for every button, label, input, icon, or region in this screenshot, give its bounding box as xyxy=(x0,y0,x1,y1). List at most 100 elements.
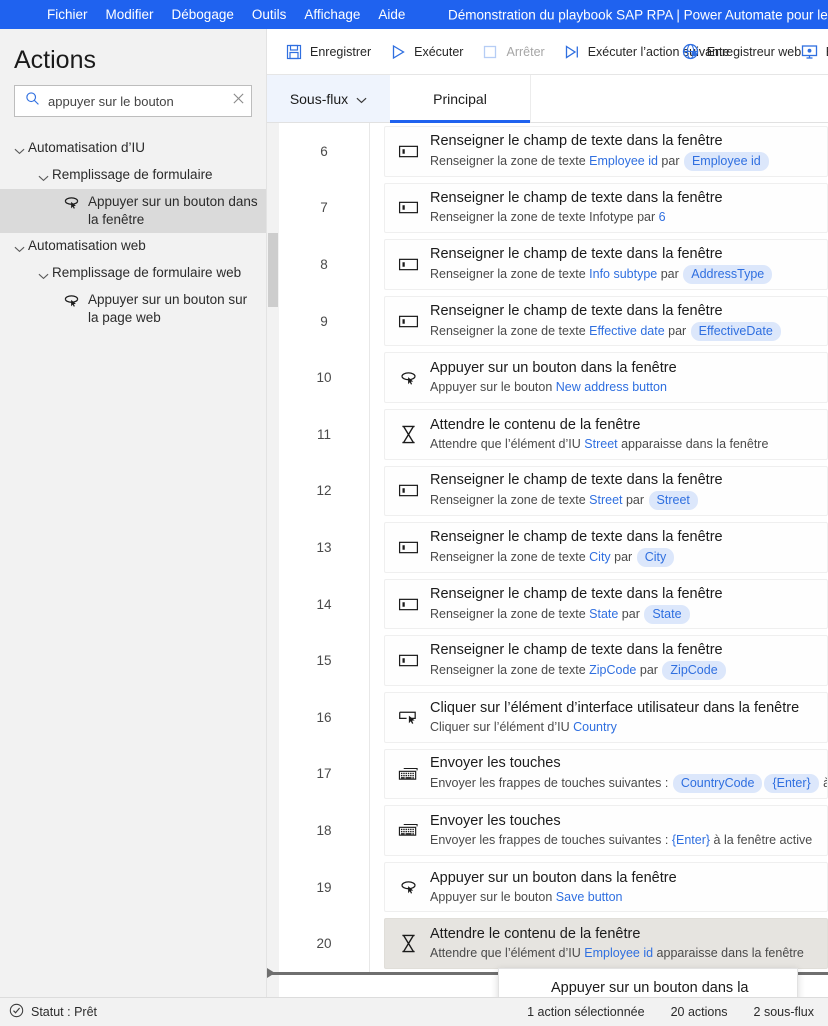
run-button[interactable]: Exécuter xyxy=(381,40,471,64)
element-link[interactable]: Country xyxy=(573,720,617,734)
subtitle-text: Renseigner la zone de texte Infotype par xyxy=(430,210,659,225)
action-card[interactable]: Renseigner le champ de texte dans la fen… xyxy=(384,465,828,517)
sidebar-item-automatisation-web[interactable]: Automatisation web xyxy=(0,233,266,260)
variable-chip[interactable]: EffectiveDate xyxy=(690,321,781,341)
action-card[interactable]: Renseigner le champ de texte dans la fen… xyxy=(384,635,828,686)
action-card[interactable]: Envoyer les touches Envoyer les frappes d… xyxy=(384,805,828,856)
action-row[interactable]: 18 Envoyer les touches Envoyer les frappes… xyxy=(279,802,828,859)
action-card[interactable]: Renseigner le champ de texte dans la fen… xyxy=(384,239,828,290)
action-row[interactable]: 20 Attendre le contenu de la fenêtre Atten… xyxy=(279,915,828,972)
element-link[interactable]: Save button xyxy=(556,890,623,904)
tab-subflow[interactable]: Sous-flux xyxy=(267,75,390,122)
menu-modifier[interactable]: Modifier xyxy=(97,5,163,24)
action-card[interactable]: Attendre le contenu de la fenêtre Attendr… xyxy=(384,408,828,460)
action-row[interactable]: 14 Renseigner le champ de texte dans la f… xyxy=(279,575,828,633)
action-card[interactable]: Envoyer les touches Envoyer les frappes d… xyxy=(384,748,828,800)
action-card-cell: Attendre le contenu de la fenêtre Attendr… xyxy=(370,915,828,972)
menu-affichage[interactable]: Affichage xyxy=(295,5,369,24)
actions-list-area: 6 Renseigner le champ de texte dans la fe… xyxy=(267,123,828,997)
variable-chip[interactable]: {Enter} xyxy=(764,774,819,794)
subtitle-text: par xyxy=(664,323,690,338)
close-icon[interactable] xyxy=(232,92,245,110)
menu-outils[interactable]: Outils xyxy=(243,5,296,24)
element-link[interactable]: New address button xyxy=(556,380,667,394)
sidebar-item-appuyer-bouton-fenetre[interactable]: Appuyer sur un bouton dans la fenêtre xyxy=(0,189,266,233)
action-card[interactable]: Renseigner le champ de texte dans la fen… xyxy=(384,295,828,347)
element-link[interactable]: 6 xyxy=(659,210,666,224)
action-number: 18 xyxy=(279,802,370,859)
menu-debogage[interactable]: Débogage xyxy=(163,5,243,24)
keyboard-icon xyxy=(397,766,419,782)
action-row[interactable]: 15 Renseigner le champ de texte dans la f… xyxy=(279,632,828,689)
variable-chip[interactable]: AddressType xyxy=(683,264,773,284)
element-link[interactable]: Employee id xyxy=(589,154,658,168)
tab-main[interactable]: Principal xyxy=(390,75,530,123)
save-button[interactable]: Enregistrer xyxy=(277,40,379,64)
stop-icon xyxy=(481,44,499,60)
click-ui-element-icon xyxy=(397,709,419,725)
element-link[interactable]: Employee id xyxy=(584,946,653,960)
title-bar: Fichier Modifier Débogage Outils Afficha… xyxy=(0,0,828,29)
search-box[interactable] xyxy=(14,85,252,117)
action-card-cell: Appuyer sur un bouton dans la fenêtre App… xyxy=(370,858,828,916)
action-row[interactable]: 13 Renseigner le champ de texte dans la f… xyxy=(279,519,828,576)
variable-chip[interactable]: Employee id xyxy=(683,151,769,171)
action-title: Cliquer sur l’élément d’interface utilis… xyxy=(430,699,800,716)
action-text: Appuyer sur un bouton dans la fenêtre App… xyxy=(430,869,815,906)
element-link[interactable]: Info subtype xyxy=(589,267,657,281)
element-link[interactable]: Street xyxy=(589,493,622,507)
action-row[interactable]: 11 Attendre le contenu de la fenêtre Atten… xyxy=(279,405,828,463)
actions-sidebar: Actions appuyer sur le bouton Automatisa… xyxy=(0,29,267,997)
variable-chip[interactable]: City xyxy=(636,547,675,567)
scrollbar-thumb[interactable] xyxy=(268,233,278,307)
action-card[interactable]: Appuyer sur un bouton dans la fenêtre App… xyxy=(384,861,828,913)
text-field-icon xyxy=(397,597,419,612)
action-row[interactable]: 10 Appuyer sur un bouton dans la fenêtre A… xyxy=(279,349,828,406)
sidebar-item-appuyer-bouton-page-web[interactable]: Appuyer sur un bouton sur la page web xyxy=(0,287,266,331)
element-link[interactable]: State xyxy=(589,607,618,621)
action-row[interactable]: 6 Renseigner le champ de texte dans la fe… xyxy=(279,123,828,180)
action-subtitle: Attendre que l’élément d’IU Employee id … xyxy=(430,945,815,962)
actions-scrollbar[interactable] xyxy=(267,123,279,997)
action-card[interactable]: Renseigner le champ de texte dans la fen… xyxy=(384,182,828,234)
action-row[interactable]: 8 Renseigner le champ de texte dans la fe… xyxy=(279,236,828,293)
variable-chip[interactable]: State xyxy=(644,604,690,624)
element-link[interactable]: Effective date xyxy=(589,324,665,338)
action-card[interactable]: Renseigner le champ de texte dans la fen… xyxy=(384,578,828,630)
sidebar-item-remplissage-formulaire-web[interactable]: Remplissage de formulaire web xyxy=(0,260,266,287)
subtitle-text: à la fenêtre active xyxy=(820,776,827,790)
action-row[interactable]: 19 Appuyer sur un bouton dans la fenêtre A… xyxy=(279,858,828,916)
action-card[interactable]: Renseigner le champ de texte dans la fen… xyxy=(384,126,828,177)
sidebar-item-remplissage-formulaire[interactable]: Remplissage de formulaire xyxy=(0,162,266,189)
menu-aide[interactable]: Aide xyxy=(369,5,414,24)
action-card[interactable]: Appuyer sur un bouton dans la fenêtre App… xyxy=(384,352,828,403)
action-title: Renseigner le champ de texte dans la fen… xyxy=(430,245,723,262)
search-input[interactable] xyxy=(48,93,224,109)
action-card[interactable]: Renseigner le champ de texte dans la fen… xyxy=(384,522,828,573)
sidebar-item-automatisation-ui[interactable]: Automatisation d’IU xyxy=(0,135,266,162)
action-row[interactable]: 9 Renseigner le champ de texte dans la fe… xyxy=(279,292,828,350)
element-link[interactable]: ZipCode xyxy=(589,663,636,677)
variable-chip[interactable]: ZipCode xyxy=(662,661,726,681)
action-row[interactable]: 17 Envoyer les touches Envoyer les frappes… xyxy=(279,745,828,803)
action-number: 14 xyxy=(279,575,370,633)
action-card[interactable]: Cliquer sur l’élément d’interface utilis… xyxy=(384,691,828,743)
variable-chip[interactable]: Street xyxy=(648,491,698,511)
text-field-icon xyxy=(397,314,419,329)
action-row[interactable]: 16 Cliquer sur l’élément d’interface util… xyxy=(279,688,828,746)
menu-fichier[interactable]: Fichier xyxy=(38,5,97,24)
action-number: 10 xyxy=(279,349,370,406)
action-row[interactable]: 12 Renseigner le champ de texte dans la f… xyxy=(279,462,828,520)
run-next-action-button[interactable]: Exécuter l’action suivante xyxy=(555,40,729,64)
element-link[interactable]: {Enter} xyxy=(672,833,710,847)
variable-chip[interactable]: CountryCode xyxy=(672,774,763,794)
action-text: Renseigner le champ de texte dans la fen… xyxy=(430,189,815,226)
web-recorder-button[interactable]: Enregistreur web xyxy=(674,39,801,64)
element-link[interactable]: City xyxy=(589,550,611,564)
keyboard-icon xyxy=(397,822,419,838)
action-card[interactable]: Attendre le contenu de la fenêtre Attendr… xyxy=(384,918,828,969)
desktop-recorder-button[interactable]: Enregistreur de bureau xyxy=(793,40,828,64)
stop-button[interactable]: Arrêter xyxy=(473,40,552,64)
action-row[interactable]: 7 Renseigner le champ de texte dans la fe… xyxy=(279,179,828,237)
element-link[interactable]: Street xyxy=(584,437,617,451)
